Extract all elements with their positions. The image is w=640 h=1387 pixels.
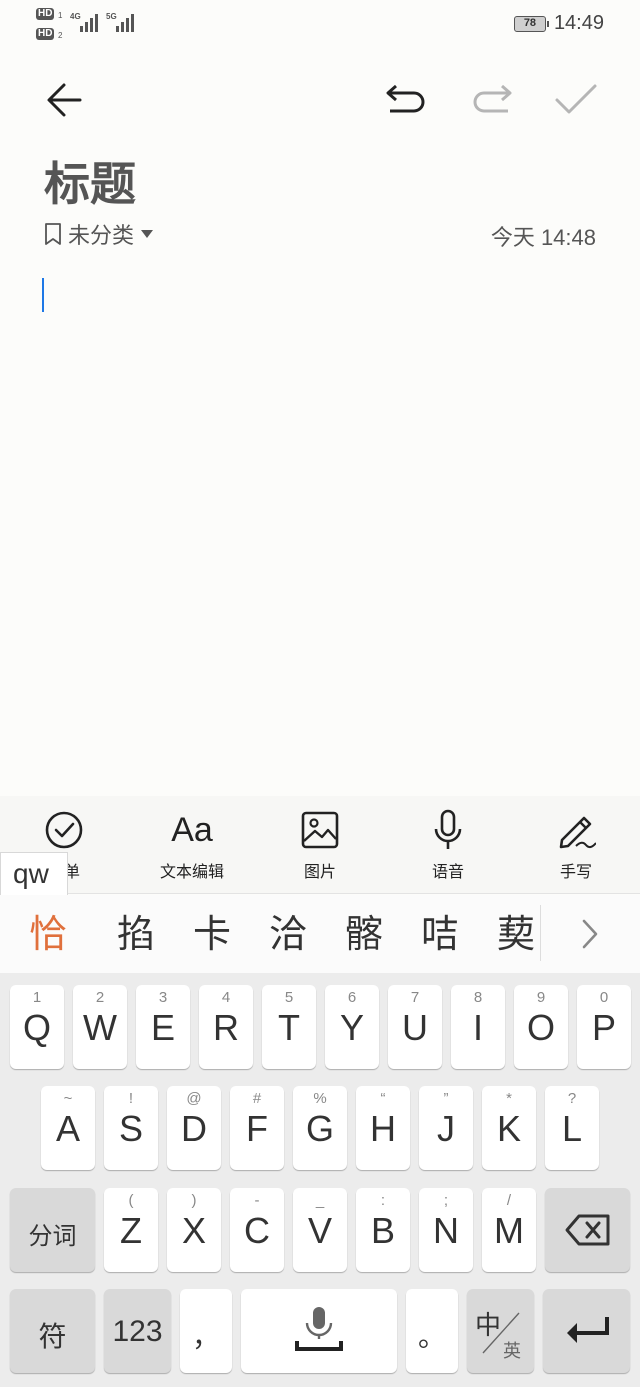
- chevron-down-icon: [141, 230, 154, 238]
- key-h[interactable]: “H: [356, 1086, 410, 1170]
- key-y[interactable]: 6Y: [325, 985, 379, 1069]
- enter-key[interactable]: [543, 1289, 630, 1373]
- note-title[interactable]: 标题: [44, 148, 136, 214]
- key-c[interactable]: -C: [230, 1188, 284, 1272]
- done-button[interactable]: [548, 72, 604, 128]
- candidate-item[interactable]: 恰: [10, 895, 86, 973]
- key-x[interactable]: ) X: [167, 1188, 221, 1272]
- image-button[interactable]: 图片: [270, 808, 370, 884]
- handwriting-pen-icon: [559, 816, 596, 849]
- checkmark-icon: [555, 84, 597, 114]
- signal-strength-icon: [80, 14, 98, 32]
- candidate-bar: 恰 掐 卡 洽 髂 咭 葜: [0, 895, 640, 973]
- sim2-hd-badge: HD: [36, 28, 55, 40]
- category-label: 未分类: [68, 223, 135, 248]
- key-a[interactable]: ~ A: [41, 1086, 95, 1170]
- back-button[interactable]: [36, 72, 92, 128]
- candidate-item[interactable]: 葜: [478, 895, 554, 973]
- microphone-icon: [434, 809, 462, 849]
- key-z[interactable]: (Z: [104, 1188, 158, 1272]
- handwriting-label: 手写: [559, 864, 592, 881]
- backspace-icon: [565, 1214, 610, 1246]
- key-e[interactable]: 3E: [136, 985, 190, 1069]
- space-key[interactable]: [241, 1289, 397, 1373]
- signal-strength-icon-2: [116, 14, 134, 32]
- space-voice-icon: [295, 1307, 343, 1351]
- key-w[interactable]: 2W: [73, 985, 127, 1069]
- key-g[interactable]: % G: [293, 1086, 347, 1170]
- image-label: 图片: [303, 864, 336, 881]
- checklist-icon: [45, 811, 83, 849]
- sim1-hd-badge: HD: [36, 8, 55, 20]
- candidate-item[interactable]: 卡: [174, 895, 250, 973]
- comma-key[interactable]: ，: [180, 1289, 232, 1373]
- redo-button[interactable]: [464, 72, 520, 128]
- pinyin-composition: qw: [0, 852, 68, 896]
- voice-label: 语音: [431, 864, 464, 881]
- language-switch-key[interactable]: 中 英: [467, 1289, 534, 1373]
- key-b[interactable]: :B: [356, 1188, 410, 1272]
- candidate-item[interactable]: 掐: [98, 895, 174, 973]
- key-o[interactable]: 9O: [514, 985, 568, 1069]
- segment-key[interactable]: 分词: [10, 1188, 95, 1272]
- period-key[interactable]: 。: [406, 1289, 458, 1373]
- candidate-item[interactable]: 髂: [326, 895, 402, 973]
- note-date: 今天 14:48: [490, 225, 596, 250]
- key-t[interactable]: 5T: [262, 985, 316, 1069]
- key-l[interactable]: ? L: [545, 1086, 599, 1170]
- backspace-key[interactable]: [545, 1188, 630, 1272]
- editor-tools-bar: 清单 Aa 文本编辑 图片 语音: [0, 796, 640, 894]
- key-i[interactable]: 8I: [451, 985, 505, 1069]
- undo-icon: [386, 84, 425, 113]
- note-toolbar: [0, 72, 640, 128]
- text-format-button[interactable]: Aa 文本编辑: [142, 808, 242, 884]
- key-k[interactable]: * K: [482, 1086, 536, 1170]
- bookmark-icon: [45, 223, 61, 245]
- category-selector[interactable]: 未分类: [44, 218, 154, 250]
- key-n[interactable]: ; N: [419, 1188, 473, 1272]
- text-format-icon: Aa: [171, 810, 213, 849]
- keyboard: 1Q 2W 3E 4R 5T 6Y 7U 8I 9O 0P ~ A ! S @ D #…: [0, 973, 640, 1387]
- chevron-right-icon: [582, 919, 598, 949]
- enter-arrow-icon: [567, 1317, 609, 1343]
- key-s[interactable]: ! S: [104, 1086, 158, 1170]
- candidate-item[interactable]: 咭: [402, 895, 478, 973]
- key-f[interactable]: # F: [230, 1086, 284, 1170]
- redo-icon: [473, 84, 512, 113]
- key-j[interactable]: ” J: [419, 1086, 473, 1170]
- expand-candidates-button[interactable]: [560, 895, 620, 973]
- note-meta: 未分类 今天 14:48: [44, 218, 600, 250]
- key-q[interactable]: 1Q: [10, 985, 64, 1069]
- key-v[interactable]: _ V: [293, 1188, 347, 1272]
- candidate-item[interactable]: 洽: [250, 895, 326, 973]
- battery-indicator: 78: [513, 15, 549, 32]
- text-format-label: 文本编辑: [159, 864, 224, 881]
- image-icon: [301, 811, 339, 849]
- key-u[interactable]: 7U: [388, 985, 442, 1069]
- key-d[interactable]: @ D: [167, 1086, 221, 1170]
- undo-button[interactable]: [378, 72, 434, 128]
- number-key[interactable]: 123: [104, 1289, 171, 1373]
- key-r[interactable]: 4R: [199, 985, 253, 1069]
- voice-button[interactable]: 语音: [398, 808, 498, 884]
- note-body-editor[interactable]: [30, 270, 610, 780]
- handwriting-button[interactable]: 手写: [526, 808, 626, 884]
- key-p[interactable]: 0P: [577, 985, 631, 1069]
- status-time: 14:49: [553, 12, 604, 34]
- arrow-left-icon: [47, 83, 82, 117]
- status-bar: HD 1 HD 2 4G 5G 78 14:49: [36, 8, 604, 40]
- symbol-key[interactable]: 符: [10, 1289, 95, 1373]
- candidate-divider: [540, 905, 541, 961]
- key-m[interactable]: / M: [482, 1188, 536, 1272]
